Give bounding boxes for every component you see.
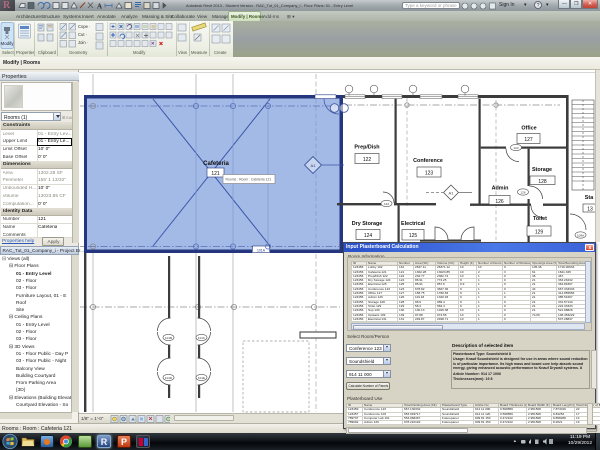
svg-text:A: A (97, 3, 102, 11)
svg-text:125: 125 (409, 233, 418, 239)
svg-text:Electrical: Electrical (401, 221, 425, 227)
svg-text:121: 121 (211, 171, 220, 177)
svg-text:Office: Office (521, 126, 536, 132)
svg-text:Prep/Dish: Prep/Dish (354, 145, 379, 151)
svg-text:A1: A1 (311, 163, 317, 168)
svg-text:Conference: Conference (413, 158, 443, 164)
svg-text:Cafeteria: Cafeteria (203, 161, 229, 167)
svg-text:Storage: Storage (532, 167, 552, 173)
svg-text:Toilet: Toilet (533, 216, 547, 222)
svg-text:13: 13 (587, 207, 593, 213)
svg-text:101C: 101C (198, 336, 206, 340)
svg-text:Admin: Admin (492, 186, 509, 192)
svg-text:101D: 101D (165, 376, 173, 380)
svg-text:Rooms : Room : Cafeteria 121: Rooms : Room : Cafeteria 121 (226, 177, 272, 181)
svg-text:Cope ·: Cope · (78, 24, 91, 29)
svg-text:122: 122 (384, 202, 389, 206)
svg-text:127: 127 (524, 137, 533, 143)
svg-text:123: 123 (513, 146, 518, 150)
svg-text:126: 126 (520, 190, 525, 194)
svg-text:Join ·: Join · (78, 40, 88, 45)
svg-text:101E: 101E (198, 376, 205, 380)
svg-text:Cut ·: Cut · (78, 32, 87, 37)
svg-text:Modify: Modify (1, 41, 15, 46)
svg-text:122: 122 (363, 157, 372, 163)
svg-text:126: 126 (495, 199, 504, 205)
svg-text:A1: A1 (449, 190, 455, 195)
svg-text:Sta: Sta (585, 195, 594, 201)
svg-text:129: 129 (535, 230, 544, 236)
svg-text:101B: 101B (165, 336, 172, 340)
svg-text:128: 128 (538, 179, 547, 185)
svg-text:101A: 101A (257, 249, 266, 253)
svg-text:Dry Storage: Dry Storage (352, 221, 383, 227)
svg-text:123: 123 (425, 171, 434, 177)
svg-text:108A: 108A (577, 233, 584, 237)
svg-text:124: 124 (364, 233, 373, 239)
